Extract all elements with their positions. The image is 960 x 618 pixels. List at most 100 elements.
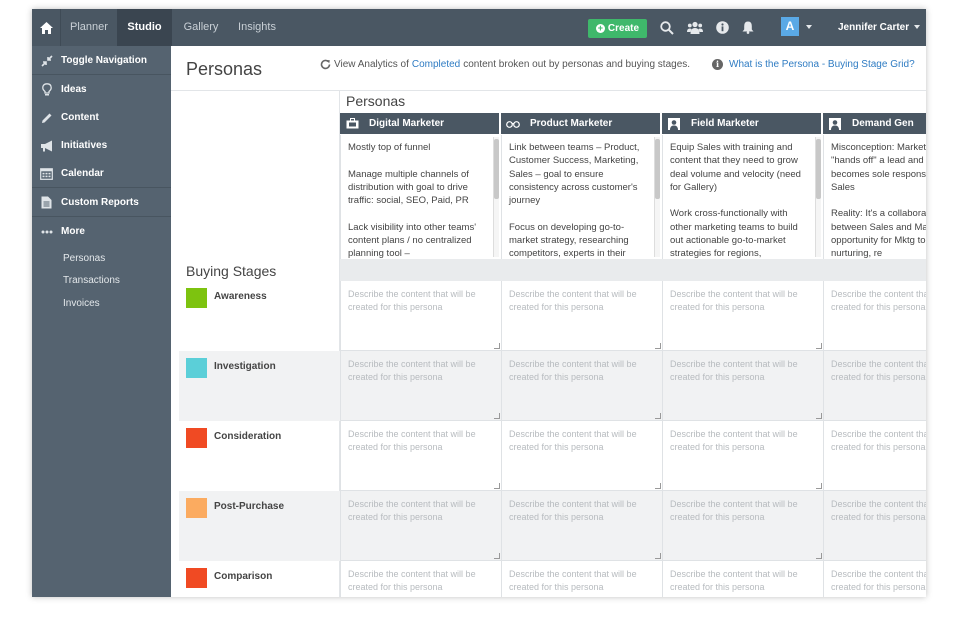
scrollbar[interactable]: [815, 137, 821, 257]
stage-persona-textarea[interactable]: Describe the content that will be created…: [662, 561, 823, 597]
cell-placeholder: Describe the content that will be created…: [824, 421, 926, 461]
search-button[interactable]: [655, 9, 679, 46]
cell-placeholder: Describe the content that will be created…: [502, 281, 662, 321]
stage-persona-textarea[interactable]: Describe the content that will be created…: [340, 421, 501, 491]
sidebar-item-custom-reports[interactable]: Custom Reports: [32, 189, 171, 216]
resize-handle-icon[interactable]: [655, 553, 661, 559]
placeholder-line: created for this persona: [348, 442, 443, 452]
stage-persona-textarea[interactable]: Describe the content that will be created…: [823, 351, 926, 421]
avatar-caret-icon[interactable]: [806, 25, 812, 29]
resize-handle-icon[interactable]: [816, 553, 822, 559]
account-avatar[interactable]: A: [781, 17, 799, 36]
stage-persona-textarea[interactable]: Describe the content that will be created…: [823, 561, 926, 597]
lightbulb-icon: [32, 83, 61, 96]
stage-persona-textarea[interactable]: Describe the content that will be created…: [662, 421, 823, 491]
stage-persona-textarea[interactable]: Describe the content that will be created…: [662, 351, 823, 421]
placeholder-line: created for this persona: [509, 582, 604, 592]
sidebar-item-more[interactable]: More: [32, 218, 171, 245]
resize-handle-icon[interactable]: [655, 343, 661, 349]
stage-persona-textarea[interactable]: Describe the content that will be created…: [501, 491, 662, 561]
stage-persona-textarea[interactable]: Describe the content that will be created…: [823, 281, 926, 351]
placeholder-line: created for this persona: [509, 442, 604, 452]
stage-persona-textarea[interactable]: Describe the content that will be created…: [823, 421, 926, 491]
stage-label-awareness: Awareness: [214, 291, 267, 302]
stage-label-post-purchase: Post-Purchase: [214, 501, 285, 512]
placeholder-line: Describe the content that will be: [509, 569, 637, 579]
placeholder-line: Describe the content that will be: [348, 429, 476, 439]
placeholder-line: Describe the content that will be: [670, 359, 798, 369]
scrollbar-thumb[interactable]: [494, 139, 499, 199]
user-caret-icon[interactable]: [914, 25, 920, 29]
stage-persona-textarea[interactable]: Describe the content that will be created…: [662, 281, 823, 351]
resize-handle-icon[interactable]: [494, 483, 500, 489]
tab-gallery[interactable]: Gallery: [175, 9, 227, 46]
sidebar-item-content[interactable]: Content: [32, 104, 171, 131]
stage-persona-textarea[interactable]: Describe the content that will be created…: [662, 491, 823, 561]
sidebar-item-toggle-navigation[interactable]: Toggle Navigation: [32, 47, 171, 74]
stage-label-consideration: Consideration: [214, 431, 282, 442]
stage-color-swatch: [186, 358, 207, 378]
persona-description-text: Equip Sales with training and content th…: [670, 142, 801, 259]
scrollbar[interactable]: [654, 137, 660, 257]
persona-header-field-marketer[interactable]: Field Marketer: [662, 113, 821, 134]
scrollbar[interactable]: [493, 137, 499, 257]
persona-description-product-marketer[interactable]: Link between teams – Product, Customer S…: [501, 135, 662, 259]
resize-handle-icon[interactable]: [655, 483, 661, 489]
tab-studio[interactable]: Studio: [117, 9, 172, 46]
resize-handle-icon[interactable]: [816, 343, 822, 349]
sidebar-subitem-invoices[interactable]: Invoices: [63, 298, 100, 309]
notifications-button[interactable]: [736, 9, 760, 46]
grid-help-link[interactable]: i What is the Persona - Buying Stage Gri…: [712, 59, 915, 70]
stage-persona-textarea[interactable]: Describe the content that will be created…: [501, 351, 662, 421]
placeholder-line: Describe the content that will be: [831, 569, 926, 579]
persona-description-demand-gen[interactable]: Misconception: Marketing "hands off" a l…: [823, 135, 926, 259]
info-button[interactable]: [710, 9, 734, 46]
placeholder-line: Describe the content that will be: [831, 359, 926, 369]
scrollbar-thumb[interactable]: [816, 139, 821, 199]
stage-persona-textarea[interactable]: Describe the content that will be created…: [340, 561, 501, 597]
resize-handle-icon[interactable]: [655, 413, 661, 419]
stage-persona-textarea[interactable]: Describe the content that will be created…: [823, 491, 926, 561]
stage-persona-textarea[interactable]: Describe the content that will be created…: [501, 281, 662, 351]
stage-color-swatch: [186, 498, 207, 518]
persona-header-digital-marketer[interactable]: Digital Marketer: [340, 113, 499, 134]
persona-name: Field Marketer: [691, 118, 759, 129]
team-button[interactable]: [683, 9, 707, 46]
placeholder-line: Describe the content that will be: [348, 499, 476, 509]
placeholder-line: Describe the content that will be: [509, 429, 637, 439]
stage-persona-textarea[interactable]: Describe the content that will be created…: [340, 351, 501, 421]
stage-label-investigation: Investigation: [214, 361, 276, 372]
resize-handle-icon[interactable]: [494, 343, 500, 349]
stage-persona-textarea[interactable]: Describe the content that will be created…: [340, 281, 501, 351]
resize-handle-icon[interactable]: [816, 413, 822, 419]
persona-description-field-marketer[interactable]: Equip Sales with training and content th…: [662, 135, 823, 259]
placeholder-line: created for this persona: [831, 302, 926, 312]
analytics-completed-link[interactable]: Completed: [412, 59, 460, 70]
home-button[interactable]: [32, 9, 61, 46]
stage-persona-textarea[interactable]: Describe the content that will be created…: [501, 421, 662, 491]
sidebar-divider: [32, 216, 171, 217]
persona-description-digital-marketer[interactable]: Mostly top of funnel Manage multiple cha…: [340, 135, 501, 259]
sidebar-item-calendar[interactable]: Calendar: [32, 160, 171, 187]
sidebar-subitem-personas[interactable]: Personas: [63, 253, 105, 264]
sidebar-subitem-transactions[interactable]: Transactions: [63, 275, 120, 286]
persona-header-demand-gen[interactable]: Demand Gen: [823, 113, 926, 134]
resize-handle-icon[interactable]: [494, 553, 500, 559]
user-menu[interactable]: Jennifer Carter: [838, 9, 909, 46]
scrollbar-thumb[interactable]: [655, 139, 660, 199]
plus-icon: +: [595, 23, 605, 33]
tab-insights[interactable]: Insights: [231, 9, 283, 46]
stage-persona-textarea[interactable]: Describe the content that will be created…: [501, 561, 662, 597]
create-button[interactable]: + Create: [588, 19, 647, 38]
refresh-icon: [320, 59, 331, 70]
placeholder-line: Describe the content that will be: [509, 289, 637, 299]
placeholder-line: Describe the content that will be: [348, 359, 476, 369]
resize-handle-icon[interactable]: [494, 413, 500, 419]
stage-persona-textarea[interactable]: Describe the content that will be created…: [340, 491, 501, 561]
sidebar-item-ideas[interactable]: Ideas: [32, 76, 171, 103]
resize-handle-icon[interactable]: [816, 483, 822, 489]
tab-planner[interactable]: Planner: [62, 9, 116, 46]
sidebar-item-label: Content: [61, 112, 99, 123]
persona-header-product-marketer[interactable]: Product Marketer: [501, 113, 660, 134]
sidebar-item-initiatives[interactable]: Initiatives: [32, 132, 171, 159]
